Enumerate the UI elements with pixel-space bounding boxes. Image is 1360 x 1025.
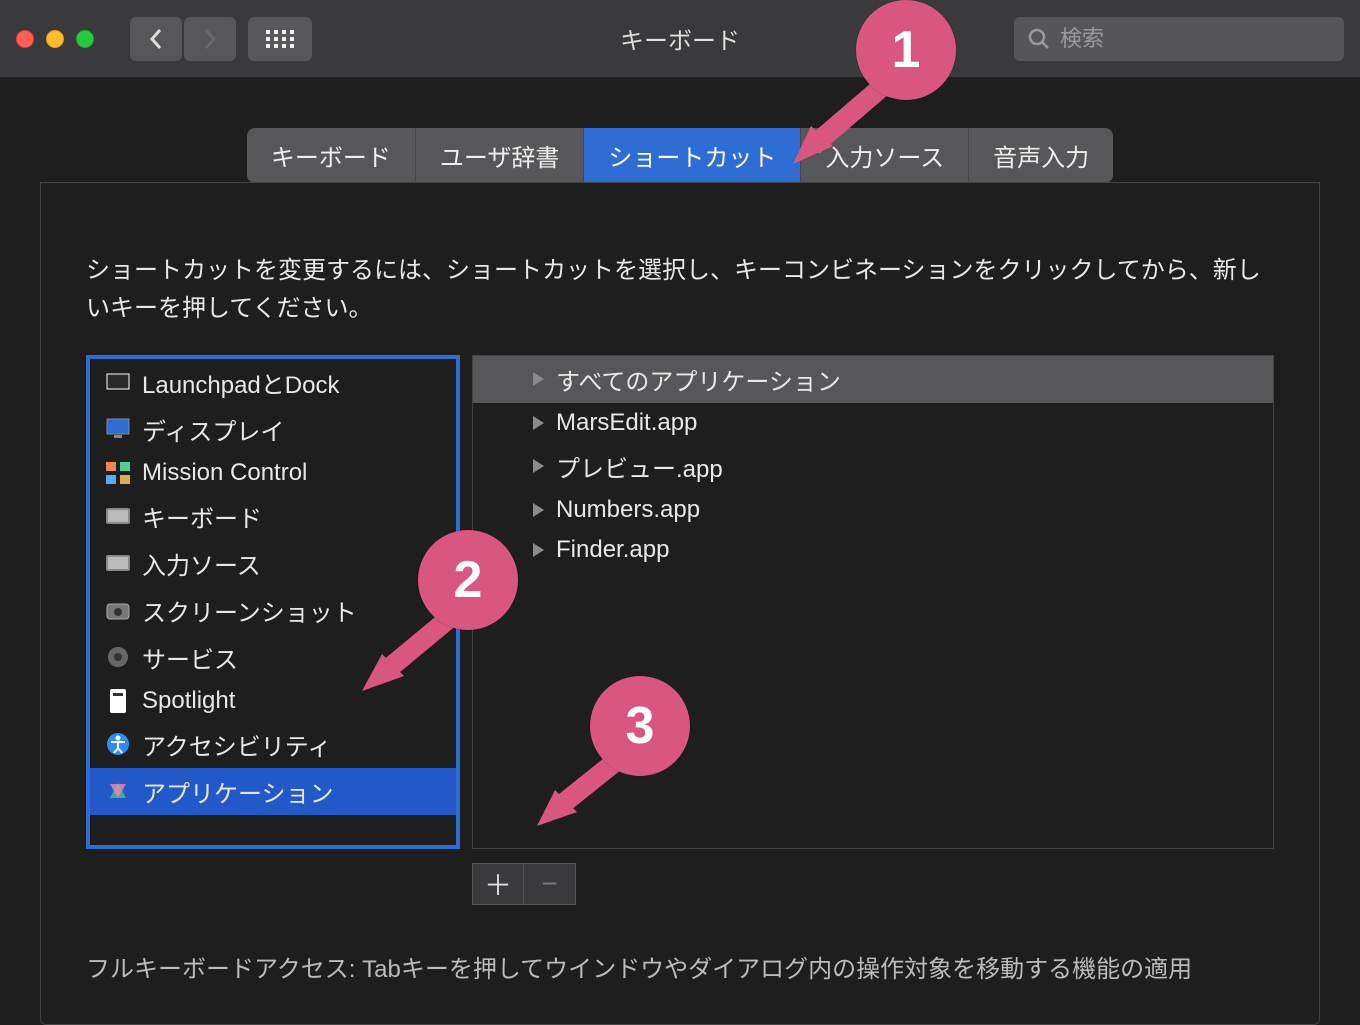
sidebar-item-input-sources[interactable]: 入力ソース xyxy=(90,540,456,587)
sidebar-item-label: スクリーンショット xyxy=(142,593,357,628)
footer-text: フルキーボードアクセス: Tabキーを押してウインドウやダイアログ内の操作対象を… xyxy=(86,949,1274,984)
sidebar-item-label: アクセシビリティ xyxy=(142,727,331,762)
app-row[interactable]: MarsEdit.app xyxy=(473,403,1273,443)
remove-button[interactable]: − xyxy=(524,863,576,905)
app-row[interactable]: Numbers.app xyxy=(473,490,1273,530)
sidebar-item-display[interactable]: ディスプレイ xyxy=(90,406,456,453)
app-row[interactable]: Finder.app xyxy=(473,530,1273,570)
mission-control-icon xyxy=(106,462,130,484)
app-row-label: Numbers.app xyxy=(556,496,700,524)
annotation-number: 2 xyxy=(454,550,483,610)
annotation-number: 3 xyxy=(626,696,655,756)
launchpad-icon xyxy=(106,371,130,393)
annotation-number: 1 xyxy=(892,20,921,80)
titlebar: キーボード xyxy=(0,0,1360,78)
app-row-all[interactable]: すべてのアプリケーション xyxy=(473,356,1273,403)
help-text: ショートカットを変更するには、ショートカットを選択し、キーコンビネーションをクリ… xyxy=(86,252,1274,329)
tab-dictation[interactable]: 音声入力 xyxy=(969,128,1113,183)
tab-label: ユーザ辞書 xyxy=(440,145,560,172)
sidebar-item-mission-control[interactable]: Mission Control xyxy=(90,453,456,493)
app-row[interactable]: プレビュー.app xyxy=(473,443,1273,490)
sidebar-item-label: ディスプレイ xyxy=(142,412,284,447)
shortcuts-panel: ショートカットを変更するには、ショートカットを選択し、キーコンビネーションをクリ… xyxy=(40,182,1320,1025)
tab-label: 音声入力 xyxy=(993,145,1089,172)
display-icon xyxy=(106,418,130,440)
keyboard-icon xyxy=(106,552,130,574)
services-icon xyxy=(106,646,130,668)
sidebar-item-label: LaunchpadとDock xyxy=(142,365,339,400)
grid-icon xyxy=(266,30,294,48)
annotation-badge-3: 3 xyxy=(590,676,690,776)
sidebar-item-label: Mission Control xyxy=(142,459,307,487)
window-title: キーボード xyxy=(620,21,740,56)
tab-user-dictionary[interactable]: ユーザ辞書 xyxy=(416,128,585,183)
tab-keyboard[interactable]: キーボード xyxy=(247,128,416,183)
preference-pane: キーボード ユーザ辞書 ショートカット 入力ソース 音声入力 ショートカットを変… xyxy=(0,78,1360,1025)
sidebar-item-label: アプリケーション xyxy=(142,774,334,809)
disclosure-triangle-icon[interactable] xyxy=(533,459,544,473)
app-row-label: すべてのアプリケーション xyxy=(556,362,841,397)
chevron-left-icon xyxy=(149,28,163,50)
sidebar-item-label: サービス xyxy=(142,640,238,675)
forward-button[interactable] xyxy=(184,17,236,61)
tab-bar: キーボード ユーザ辞書 ショートカット 入力ソース 音声入力 xyxy=(40,128,1320,183)
chevron-right-icon xyxy=(203,28,217,50)
minimize-window-button[interactable] xyxy=(46,30,64,48)
accessibility-icon xyxy=(106,733,130,755)
close-window-button[interactable] xyxy=(16,30,34,48)
search-field[interactable] xyxy=(1014,17,1344,61)
sidebar-item-label: キーボード xyxy=(142,499,262,534)
keyboard-icon xyxy=(106,505,130,527)
annotation-badge-2: 2 xyxy=(418,530,518,630)
sidebar-item-keyboard[interactable]: キーボード xyxy=(90,493,456,540)
zoom-window-button[interactable] xyxy=(76,30,94,48)
add-button[interactable]: ＋ xyxy=(472,863,524,905)
sidebar-item-accessibility[interactable]: アクセシビリティ xyxy=(90,721,456,768)
sidebar-item-label: Spotlight xyxy=(142,687,235,715)
search-input[interactable] xyxy=(1060,26,1348,52)
app-row-label: MarsEdit.app xyxy=(556,409,697,437)
add-remove-buttons: ＋ − xyxy=(472,863,1274,905)
disclosure-triangle-icon[interactable] xyxy=(533,503,544,517)
sidebar-item-label: 入力ソース xyxy=(142,546,261,581)
annotation-badge-1: 1 xyxy=(856,0,956,100)
app-row-label: プレビュー.app xyxy=(556,449,723,484)
search-icon xyxy=(1028,28,1050,50)
minus-icon: − xyxy=(541,868,557,900)
show-all-prefs-button[interactable] xyxy=(248,17,312,61)
tab-label: ショートカット xyxy=(608,145,776,172)
disclosure-triangle-icon[interactable] xyxy=(533,543,544,557)
traffic-lights xyxy=(16,30,94,48)
sidebar-item-launchpad-dock[interactable]: LaunchpadとDock xyxy=(90,359,456,406)
category-list[interactable]: LaunchpadとDock ディスプレイ Mission Control キー… xyxy=(86,355,460,849)
sidebar-item-app-shortcuts[interactable]: アプリケーション xyxy=(90,768,456,815)
disclosure-triangle-icon[interactable] xyxy=(533,416,544,430)
screenshot-icon xyxy=(106,599,130,621)
back-button[interactable] xyxy=(130,17,182,61)
tab-shortcuts[interactable]: ショートカット xyxy=(584,128,801,183)
tab-label: キーボード xyxy=(271,145,391,172)
spotlight-icon xyxy=(106,690,130,712)
plus-icon: ＋ xyxy=(484,864,512,904)
disclosure-triangle-icon[interactable] xyxy=(533,372,544,386)
app-row-label: Finder.app xyxy=(556,536,669,564)
app-icon xyxy=(106,780,130,802)
